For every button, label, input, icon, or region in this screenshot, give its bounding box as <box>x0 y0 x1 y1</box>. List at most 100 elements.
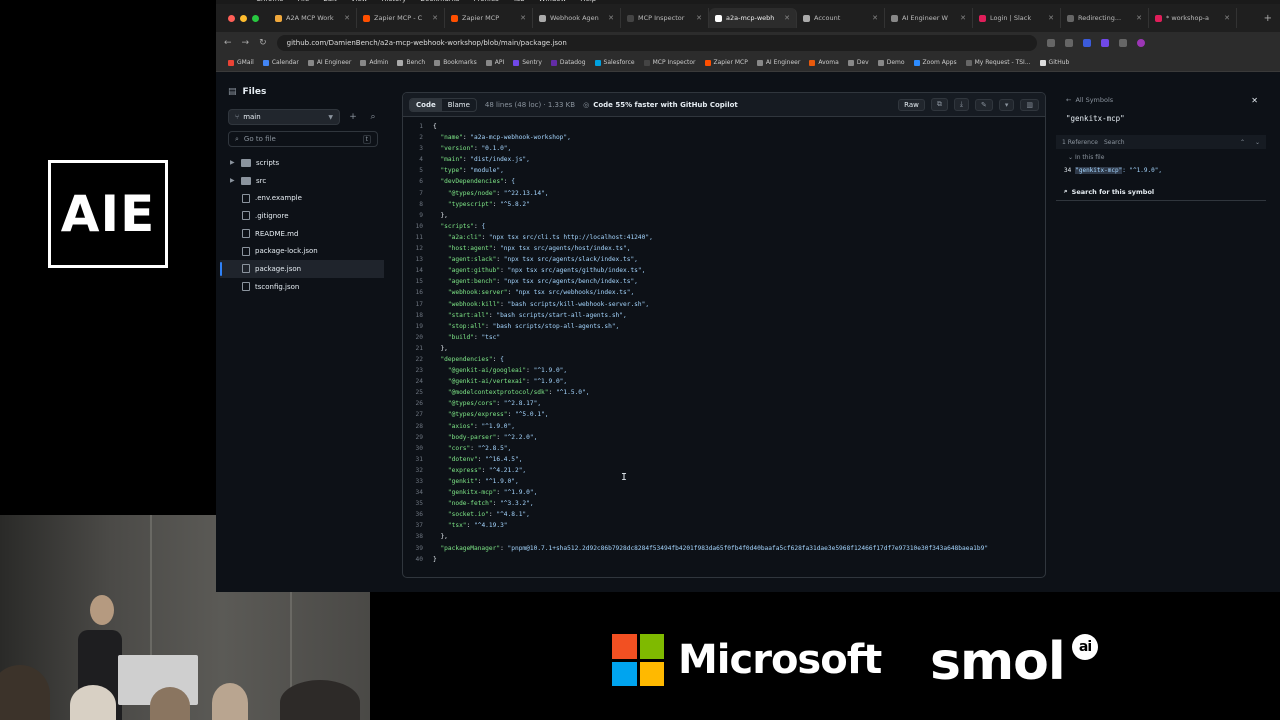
code-text[interactable]: { <box>433 121 437 132</box>
tab-code[interactable]: Code <box>410 98 442 111</box>
code-text[interactable]: "@types/cors": "^2.8.17", <box>433 398 541 409</box>
bookmark-item[interactable]: Zapier MCP <box>704 59 748 66</box>
bookmark-item[interactable]: Admin <box>360 59 388 66</box>
browser-tab[interactable]: MCP Inspector ✕ <box>621 8 709 28</box>
copilot-promo[interactable]: ◎ Code 55% faster with GitHub Copilot <box>583 101 738 109</box>
close-window-button[interactable] <box>228 14 235 22</box>
code-text[interactable]: "@genkit-ai/vertexai": "^1.9.0", <box>433 376 567 387</box>
browser-tab[interactable]: AI Engineer W ✕ <box>885 8 973 28</box>
branch-select[interactable]: ⑂ main ▼ <box>228 109 340 125</box>
line-number[interactable]: 20 <box>403 332 433 343</box>
tree-file[interactable]: .env.example <box>220 189 384 207</box>
bookmark-item[interactable]: Avoma <box>809 59 839 66</box>
tree-file[interactable]: README.md <box>220 225 384 243</box>
line-number[interactable]: 25 <box>403 387 433 398</box>
line-number[interactable]: 10 <box>403 221 433 232</box>
edit-icon[interactable]: ✎ <box>974 98 993 111</box>
code-text[interactable]: "scripts": { <box>433 221 485 232</box>
code-text[interactable]: "@genkit-ai/googleai": "^1.9.0", <box>433 365 567 376</box>
reload-icon[interactable]: ↻ <box>259 38 267 48</box>
goto-file-input[interactable]: ⌕ Go to file t <box>228 131 378 147</box>
chevron-down-icon[interactable]: ⌄ <box>1255 139 1260 146</box>
line-number[interactable]: 32 <box>403 465 433 476</box>
browser-tab[interactable]: Login | Slack ✕ <box>973 8 1061 28</box>
download-icon[interactable]: ⤓ <box>953 98 969 111</box>
code-text[interactable]: "@types/node": "^22.13.14", <box>433 188 549 199</box>
extension-icon[interactable] <box>1082 39 1091 47</box>
bookmark-item[interactable]: GMail <box>228 59 254 66</box>
line-number[interactable]: 27 <box>403 409 433 420</box>
line-number[interactable]: 24 <box>403 376 433 387</box>
code-text[interactable]: "host:agent": "npx tsx src/agents/host/i… <box>433 243 631 254</box>
forward-icon[interactable]: → <box>242 38 250 48</box>
search-symbol-button[interactable]: ⌕ Search for this symbol <box>1056 187 1266 196</box>
code-text[interactable]: "webhook:kill": "bash scripts/kill-webho… <box>433 299 649 310</box>
bookmark-item[interactable]: GitHub <box>1039 59 1069 66</box>
line-number[interactable]: 19 <box>403 321 433 332</box>
line-number[interactable]: 31 <box>403 454 433 465</box>
line-number[interactable]: 33 <box>403 476 433 487</box>
close-tab-icon[interactable]: ✕ <box>608 14 614 22</box>
line-number[interactable]: 39 <box>403 543 433 554</box>
close-tab-icon[interactable]: ✕ <box>960 14 966 22</box>
mac-menu-item[interactable]: Edit <box>323 0 337 3</box>
line-number[interactable]: 34 <box>403 487 433 498</box>
browser-tab[interactable]: Redirecting... ✕ <box>1061 8 1149 28</box>
bookmark-item[interactable]: Bookmarks <box>434 59 477 66</box>
line-number[interactable]: 13 <box>403 254 433 265</box>
code-text[interactable]: "start:all": "bash scripts/start-all-age… <box>433 310 627 321</box>
mac-menu-item[interactable]: Profiles <box>473 0 498 3</box>
bookmark-item[interactable]: Demo <box>877 59 905 66</box>
more-options-icon[interactable]: ▾ <box>998 98 1015 111</box>
bookmark-item[interactable]: Zoom Apps <box>913 59 957 66</box>
code-text[interactable]: "devDependencies": { <box>433 176 515 187</box>
references-search[interactable]: Search <box>1104 139 1125 146</box>
tree-folder[interactable]: ▶ scripts <box>220 154 384 172</box>
back-icon[interactable]: ← <box>224 38 232 48</box>
code-text[interactable]: }, <box>433 531 447 542</box>
code-text[interactable]: "@types/express": "^5.0.1", <box>433 409 549 420</box>
code-text[interactable]: "agent:bench": "npx tsx src/agents/bench… <box>433 276 638 287</box>
in-this-file-toggle[interactable]: ⌄ In this file <box>1056 154 1266 161</box>
code-text[interactable]: "axios": "^1.9.0", <box>433 421 515 432</box>
line-number[interactable]: 16 <box>403 287 433 298</box>
code-text[interactable]: "typescript": "^5.8.2" <box>433 199 530 210</box>
line-number[interactable]: 11 <box>403 232 433 243</box>
extension-icon[interactable] <box>1118 39 1127 47</box>
code-text[interactable]: "body-parser": "^2.2.0", <box>433 432 537 443</box>
line-number[interactable]: 17 <box>403 299 433 310</box>
browser-tab[interactable]: * workshop-a ✕ <box>1149 8 1237 28</box>
mac-menu-item[interactable]: Bookmarks <box>420 0 459 3</box>
code-text[interactable]: }, <box>433 343 447 354</box>
line-number[interactable]: 40 <box>403 554 433 565</box>
mac-menu-item[interactable]: File <box>297 0 309 3</box>
mac-menu-item[interactable]: Tab <box>513 0 525 3</box>
bookmark-item[interactable]: AI Engineer <box>307 59 351 66</box>
code-text[interactable]: "cors": "^2.8.5", <box>433 443 511 454</box>
code-text[interactable]: "build": "tsc" <box>433 332 500 343</box>
line-number[interactable]: 35 <box>403 498 433 509</box>
code-text[interactable]: "genkit": "^1.9.0", <box>433 476 519 487</box>
close-tab-icon[interactable]: ✕ <box>1048 14 1054 22</box>
browser-tab[interactable]: Webhook Agen ✕ <box>533 8 621 28</box>
bookmark-item[interactable]: AI Engineer <box>756 59 800 66</box>
close-icon[interactable]: ✕ <box>1251 96 1258 105</box>
code-text[interactable]: } <box>433 554 437 565</box>
browser-tab[interactable]: A2A MCP Work ✕ <box>269 8 357 28</box>
bookmark-item[interactable]: Dev <box>847 59 869 66</box>
line-number[interactable]: 18 <box>403 310 433 321</box>
code-text[interactable]: "webhook:server": "npx tsx src/webhooks/… <box>433 287 634 298</box>
line-number[interactable]: 7 <box>403 188 433 199</box>
code-text[interactable]: "tsx": "^4.19.3" <box>433 520 508 531</box>
new-tab-icon[interactable]: + <box>1256 13 1280 24</box>
bookmark-item[interactable]: Bench <box>397 59 425 66</box>
bookmark-item[interactable]: Datadog <box>550 59 586 66</box>
line-number[interactable]: 36 <box>403 509 433 520</box>
browser-tab[interactable]: Zapier MCP - C ✕ <box>357 8 445 28</box>
line-number[interactable]: 28 <box>403 421 433 432</box>
back-arrow-icon[interactable]: ← <box>1066 96 1071 104</box>
close-tab-icon[interactable]: ✕ <box>432 14 438 22</box>
browser-tab[interactable]: a2a-mcp-webh ✕ <box>709 8 797 28</box>
chevron-up-icon[interactable]: ⌃ <box>1240 139 1245 146</box>
raw-button[interactable]: Raw <box>898 98 925 111</box>
